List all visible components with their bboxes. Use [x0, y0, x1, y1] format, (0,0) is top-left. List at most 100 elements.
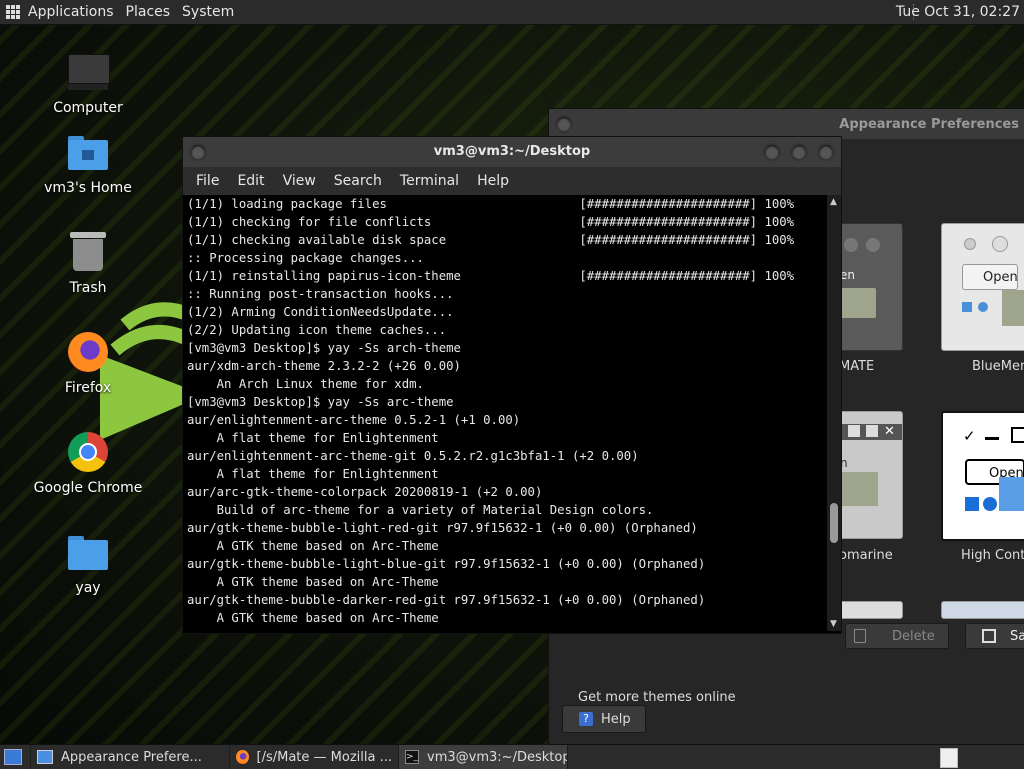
- menu-edit[interactable]: Edit: [228, 173, 273, 189]
- desktop-icon-label: yay: [75, 580, 101, 596]
- delete-label: Delete: [892, 628, 935, 644]
- folder-icon: [66, 530, 110, 574]
- desktop-icon-computer[interactable]: Computer: [33, 50, 143, 116]
- theme-label-highcontrast: High Contr: [961, 548, 1024, 563]
- taskbar-label: [/s/Mate — Mozilla ...: [256, 749, 392, 765]
- save-button[interactable]: Sav: [965, 623, 1024, 649]
- terminal-line: :: Running post-transaction hooks...: [187, 287, 454, 301]
- scroll-up-icon[interactable]: ▲: [830, 197, 837, 207]
- terminal-window[interactable]: vm3@vm3:~/Desktop File Edit View Search …: [182, 136, 842, 634]
- computer-icon: [66, 50, 110, 94]
- terminal-line: aur/enlightenment-arc-theme 0.5.2-1 (+1 …: [187, 413, 521, 427]
- theme-label-omarine: omarine: [839, 548, 893, 563]
- taskbar-label: Appearance Prefere...: [61, 749, 202, 765]
- desktop-icon-home[interactable]: vm3's Home: [33, 130, 143, 196]
- menu-help[interactable]: Help: [468, 173, 518, 189]
- appearance-title: Appearance Preferences: [839, 117, 1019, 132]
- get-more-themes-link[interactable]: Get more themes online: [578, 690, 736, 705]
- appearance-titlebar[interactable]: Appearance Preferences: [549, 109, 1024, 139]
- bottom-panel: Appearance Prefere... [/s/Mate — Mozilla…: [0, 744, 1024, 769]
- help-button[interactable]: ? Help: [562, 705, 646, 733]
- terminal-line: :: Processing package changes...: [187, 251, 424, 265]
- close-icon: ✕: [884, 424, 895, 439]
- show-desktop-icon: [4, 749, 22, 765]
- places-menu[interactable]: Places: [120, 0, 177, 24]
- help-label: Help: [601, 711, 631, 727]
- terminal-line: aur/enlightenment-arc-theme-git 0.5.2.r2…: [187, 449, 639, 463]
- terminal-menubar: File Edit View Search Terminal Help: [183, 167, 841, 195]
- desktop-icon-firefox[interactable]: Firefox: [33, 330, 143, 396]
- desktop-icon-trash[interactable]: Trash: [33, 230, 143, 296]
- theme-tile-highcontrast[interactable]: ✓ Open: [941, 411, 1024, 541]
- terminal-line: (1/1) reinstalling papirus-icon-theme [#…: [187, 269, 795, 283]
- terminal-scrollbar[interactable]: ▲ ▼: [827, 195, 841, 631]
- theme-tile-omarine[interactable]: ✕ n: [839, 411, 903, 539]
- taskbar-item-appearance[interactable]: Appearance Prefere...: [31, 745, 230, 769]
- tile-text: en: [840, 268, 855, 282]
- terminal-icon: >_: [405, 750, 420, 764]
- floppy-icon: [982, 629, 996, 643]
- scrollbar-thumb[interactable]: [830, 503, 838, 543]
- tile-open-button: Open: [962, 264, 1018, 290]
- chrome-icon: [66, 430, 110, 474]
- desktop-icon-label: Firefox: [64, 380, 112, 396]
- terminal-line: A flat theme for Enlightenment: [187, 431, 439, 445]
- desktop-icon-yay[interactable]: yay: [33, 530, 143, 596]
- system-menu[interactable]: System: [176, 0, 240, 24]
- minimize-button[interactable]: [763, 143, 781, 161]
- theme-tile-partial[interactable]: [941, 601, 1024, 619]
- window-menu-button[interactable]: [555, 115, 573, 133]
- terminal-line: aur/gtk-theme-bubble-darker-red-git r97.…: [187, 593, 706, 607]
- terminal-line: (1/1) loading package files [###########…: [187, 197, 795, 211]
- terminal-line: (1/2) Arming ConditionNeedsUpdate...: [187, 305, 454, 319]
- menu-file[interactable]: File: [187, 173, 228, 189]
- theme-label-mate: MATE: [839, 359, 875, 374]
- top-panel: Applications Places System Tue Oct 31, 0…: [0, 0, 1024, 25]
- menu-view[interactable]: View: [274, 173, 325, 189]
- terminal-line: An Arch Linux theme for xdm.: [187, 377, 424, 391]
- trash-icon: [66, 230, 110, 274]
- show-desktop-button[interactable]: [0, 745, 31, 769]
- workspace-switcher[interactable]: [940, 748, 958, 768]
- terminal-line: (2/2) Updating icon theme caches...: [187, 323, 447, 337]
- check-icon: ✓: [963, 427, 976, 445]
- taskbar-item-terminal[interactable]: >_ vm3@vm3:~/Desktop: [399, 745, 568, 769]
- terminal-line: [vm3@vm3 Desktop]$ yay -Ss arch-theme: [187, 341, 461, 355]
- theme-tile-bluementa[interactable]: Open: [941, 223, 1024, 351]
- menu-search[interactable]: Search: [325, 173, 391, 189]
- close-button[interactable]: [817, 143, 835, 161]
- theme-tile-mate[interactable]: en: [839, 223, 903, 351]
- terminal-line: A GTK theme based on Arc-Theme: [187, 611, 439, 625]
- scroll-down-icon[interactable]: ▼: [830, 619, 837, 629]
- applications-menu[interactable]: Applications: [0, 0, 120, 24]
- apps-grid-icon: [6, 5, 20, 19]
- terminal-line: [vm3@vm3 Desktop]$ yay -Ss arc-theme: [187, 395, 454, 409]
- help-icon: ?: [579, 712, 593, 726]
- trash-icon: [854, 629, 866, 643]
- applications-menu-label: Applications: [28, 4, 114, 20]
- firefox-icon: [236, 750, 249, 764]
- maximize-button[interactable]: [790, 143, 808, 161]
- terminal-line: aur/gtk-theme-bubble-light-blue-git r97.…: [187, 557, 706, 571]
- clock[interactable]: Tue Oct 31, 02:27: [896, 0, 1020, 24]
- terminal-output[interactable]: (1/1) loading package files [###########…: [183, 195, 831, 629]
- terminal-line: aur/arc-gtk-theme-colorpack 20200819-1 (…: [187, 485, 543, 499]
- appearance-icon: [37, 750, 53, 764]
- theme-tile-partial[interactable]: [839, 601, 903, 619]
- terminal-line: A flat theme for Enlightenment: [187, 467, 439, 481]
- firefox-icon: [66, 330, 110, 374]
- desktop-icon-label: Computer: [53, 100, 123, 116]
- desktop-icon-chrome[interactable]: Google Chrome: [33, 430, 143, 496]
- desktop-icon-label: Google Chrome: [33, 480, 143, 496]
- terminal-line: Build of arc-theme for a variety of Mate…: [187, 503, 654, 517]
- taskbar-item-firefox[interactable]: [/s/Mate — Mozilla ...: [230, 745, 399, 769]
- terminal-line: aur/gtk-theme-bubble-light-red-git r97.9…: [187, 521, 698, 535]
- window-menu-button[interactable]: [189, 143, 207, 161]
- terminal-titlebar[interactable]: vm3@vm3:~/Desktop: [183, 137, 841, 167]
- terminal-line: aur/xdm-arch-theme 2.3.2-2 (+26 0.00): [187, 359, 461, 373]
- menu-terminal[interactable]: Terminal: [391, 173, 468, 189]
- home-folder-icon: [66, 130, 110, 174]
- delete-button[interactable]: Delete: [845, 623, 949, 649]
- terminal-line: A GTK theme based on Arc-Theme: [187, 539, 439, 553]
- desktop-icon-label: vm3's Home: [44, 180, 132, 196]
